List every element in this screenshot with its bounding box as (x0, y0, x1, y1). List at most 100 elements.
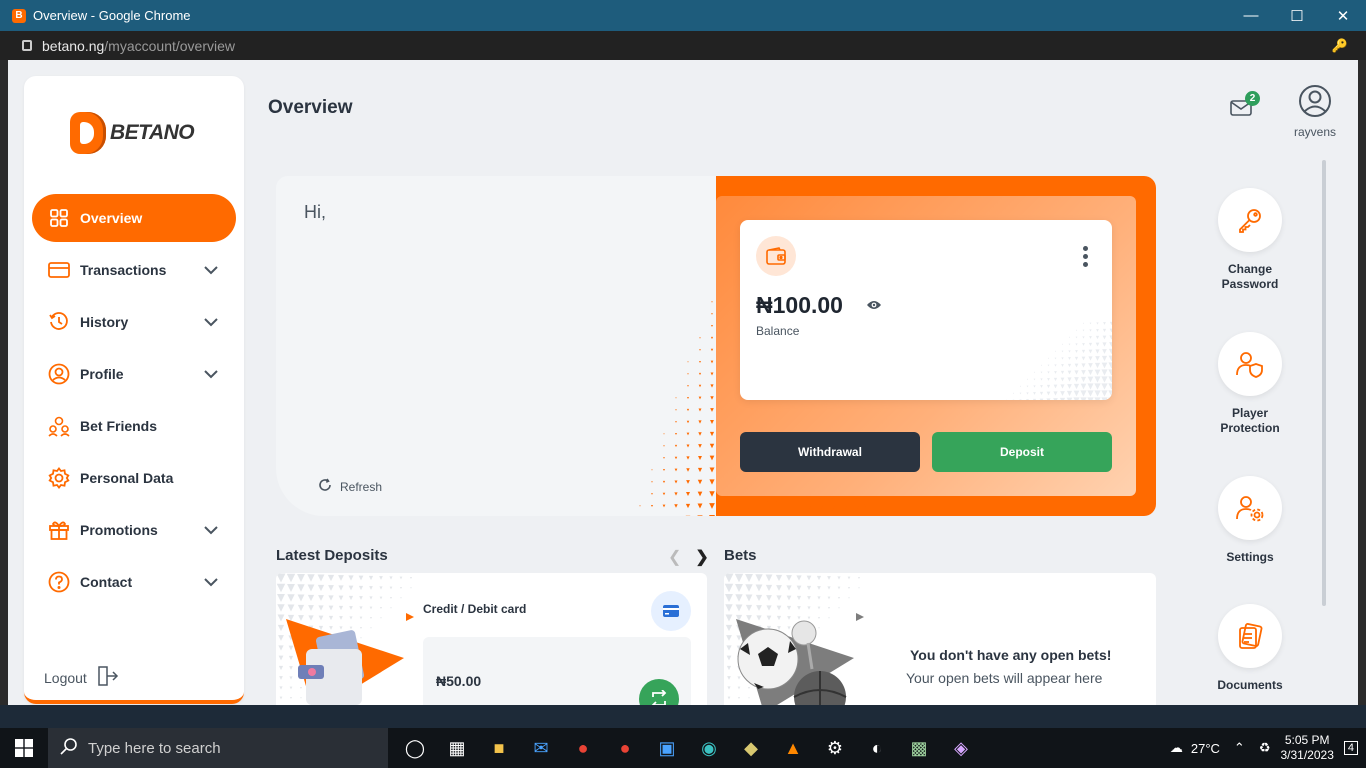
notifications-icon[interactable]: 4 (1343, 741, 1358, 755)
tray-chevron-up-icon[interactable]: ⌃ (1234, 740, 1245, 756)
latest-deposits-panel[interactable]: Credit / Debit card ₦50.00 (276, 573, 707, 705)
chevron-down-icon[interactable] (204, 366, 218, 382)
background-window-strip (0, 705, 1366, 728)
chevron-down-icon[interactable] (204, 314, 218, 330)
bets-title: Bets (724, 547, 757, 564)
taskbar-clock[interactable]: 5:05 PM 3/31/2023 (1280, 733, 1333, 763)
username: rayvens (1293, 125, 1337, 139)
settings-app-icon[interactable]: ⚙ (814, 728, 856, 768)
quick-action-label: Settings (1226, 550, 1274, 564)
grid-icon (48, 207, 70, 229)
maximize-button[interactable]: ☐ (1274, 0, 1320, 31)
site-favicon-icon: B (12, 8, 26, 23)
latest-deposits-title: Latest Deposits (276, 547, 388, 564)
quick-action-label: Player Protection (1220, 406, 1280, 435)
player-protection-action[interactable]: Player Protection (1204, 332, 1296, 436)
cortana-icon[interactable]: ◯ (394, 728, 436, 768)
chevron-right-icon[interactable]: ❯ (695, 549, 708, 566)
store-icon[interactable]: ▣ (646, 728, 688, 768)
settings-action[interactable]: Settings (1204, 476, 1296, 565)
documents-icon (1218, 604, 1282, 668)
logo-mark-icon (70, 112, 106, 154)
logout-icon (97, 666, 119, 689)
vlc-icon[interactable]: ▲ (772, 728, 814, 768)
key-icon[interactable]: 🔑 (1332, 38, 1348, 54)
system-tray: ☁ 27°C ⌃ ♻ 5:05 PM 3/31/2023 4 (1170, 728, 1366, 768)
search-placeholder: Type here to search (88, 739, 221, 757)
deposits-pager: ❮ ❯ (668, 547, 709, 567)
chevron-down-icon[interactable] (204, 522, 218, 538)
scrollbar[interactable] (1322, 160, 1326, 606)
quick-action-label: Change Password (1221, 262, 1279, 291)
url-path: /myaccount/overview (104, 37, 236, 54)
maps-app-icon[interactable]: ◆ (730, 728, 772, 768)
wallet-illustration (286, 613, 414, 705)
credit-card-icon (651, 591, 691, 631)
sidebar-item-history[interactable]: History (32, 298, 236, 346)
taskbar-search-box[interactable]: Type here to search (48, 728, 388, 768)
logo-wordmark: BETANO (110, 121, 195, 144)
betano-logo[interactable]: BETANO (70, 112, 195, 154)
sidebar-item-label: Profile (80, 366, 124, 382)
logout-button[interactable]: Logout (44, 666, 119, 689)
close-window-button[interactable]: ✕ (1320, 0, 1366, 31)
url-host: betano.ng (42, 37, 105, 54)
mail-app-icon[interactable]: ✉ (520, 728, 562, 768)
no-bets-title: You don't have any open bets! (910, 647, 1112, 663)
temperature[interactable]: 27°C (1191, 741, 1220, 756)
chevron-down-icon[interactable] (204, 574, 218, 590)
no-bets-subtitle: Your open bets will appear here (906, 670, 1103, 686)
windows-start-button[interactable] (0, 728, 48, 768)
task-view-icon[interactable]: ▦ (436, 728, 478, 768)
sidebar-item-label: Contact (80, 574, 133, 590)
paint-icon[interactable]: ◈ (940, 728, 982, 768)
balance-options-button[interactable] (1083, 246, 1088, 267)
user-icon (48, 363, 70, 385)
eye-icon[interactable] (866, 298, 882, 316)
deposit-button[interactable]: Deposit (932, 432, 1112, 472)
sidebar-item-bet-friends[interactable]: Bet Friends (32, 402, 236, 450)
deposit-method: Credit / Debit card (423, 602, 527, 616)
refresh-button[interactable]: Refresh (318, 478, 382, 495)
search-icon (60, 737, 78, 759)
sidebar-item-label: Bet Friends (80, 418, 158, 434)
url-text[interactable]: betano.ng/myaccount/overview (42, 38, 235, 54)
card-icon (48, 259, 70, 281)
withdrawal-button[interactable]: Withdrawal (740, 432, 920, 472)
messages-button[interactable]: 2 (1230, 91, 1260, 122)
lock-icon[interactable] (22, 40, 32, 51)
app-window-icon[interactable]: ▩ (898, 728, 940, 768)
sidebar-item-profile[interactable]: Profile (32, 350, 236, 398)
sidebar-item-personal-data[interactable]: Personal Data (32, 454, 236, 502)
deposit-amount: ₦50.00 (436, 673, 482, 689)
user-shield-icon (1218, 332, 1282, 396)
sports-balls-illustration (736, 613, 864, 705)
sidebar-item-promotions[interactable]: Promotions (32, 506, 236, 554)
weather-icon[interactable]: ☁ (1170, 740, 1183, 756)
chevron-left-icon[interactable]: ❮ (668, 549, 681, 566)
page-title: Overview (268, 97, 353, 118)
obs-icon[interactable]: ◐ (856, 728, 898, 768)
chrome-active-icon[interactable]: ● (604, 728, 646, 768)
minimize-button[interactable]: — (1228, 0, 1274, 31)
user-menu-button[interactable]: rayvens (1290, 84, 1340, 139)
sidebar-item-transactions[interactable]: Transactions (32, 246, 236, 294)
mail-count-badge: 2 (1245, 91, 1260, 106)
gift-icon (48, 519, 70, 541)
file-explorer-icon[interactable]: ■ (478, 728, 520, 768)
sidebar-item-overview[interactable]: Overview (32, 194, 236, 242)
balance-hero: Hi, Refresh ₦100.00 Balance Withdrawal D… (276, 176, 1156, 516)
greeting: Hi, (304, 202, 326, 222)
edge-icon[interactable]: ◉ (688, 728, 730, 768)
sidebar-item-label: Overview (80, 210, 143, 226)
change-password-action[interactable]: Change Password (1204, 188, 1296, 292)
sidebar-item-contact[interactable]: Contact (32, 558, 236, 606)
network-icon[interactable]: ♻ (1259, 740, 1271, 756)
chevron-down-icon[interactable] (204, 262, 218, 278)
sidebar-item-label: History (80, 314, 129, 330)
refresh-label: Refresh (340, 479, 383, 494)
sidebar-item-label: Promotions (80, 522, 158, 538)
documents-action[interactable]: Documents (1204, 604, 1296, 693)
address-bar[interactable]: betano.ng/myaccount/overview 🔑 (0, 31, 1366, 60)
chrome-icon[interactable]: ● (562, 728, 604, 768)
